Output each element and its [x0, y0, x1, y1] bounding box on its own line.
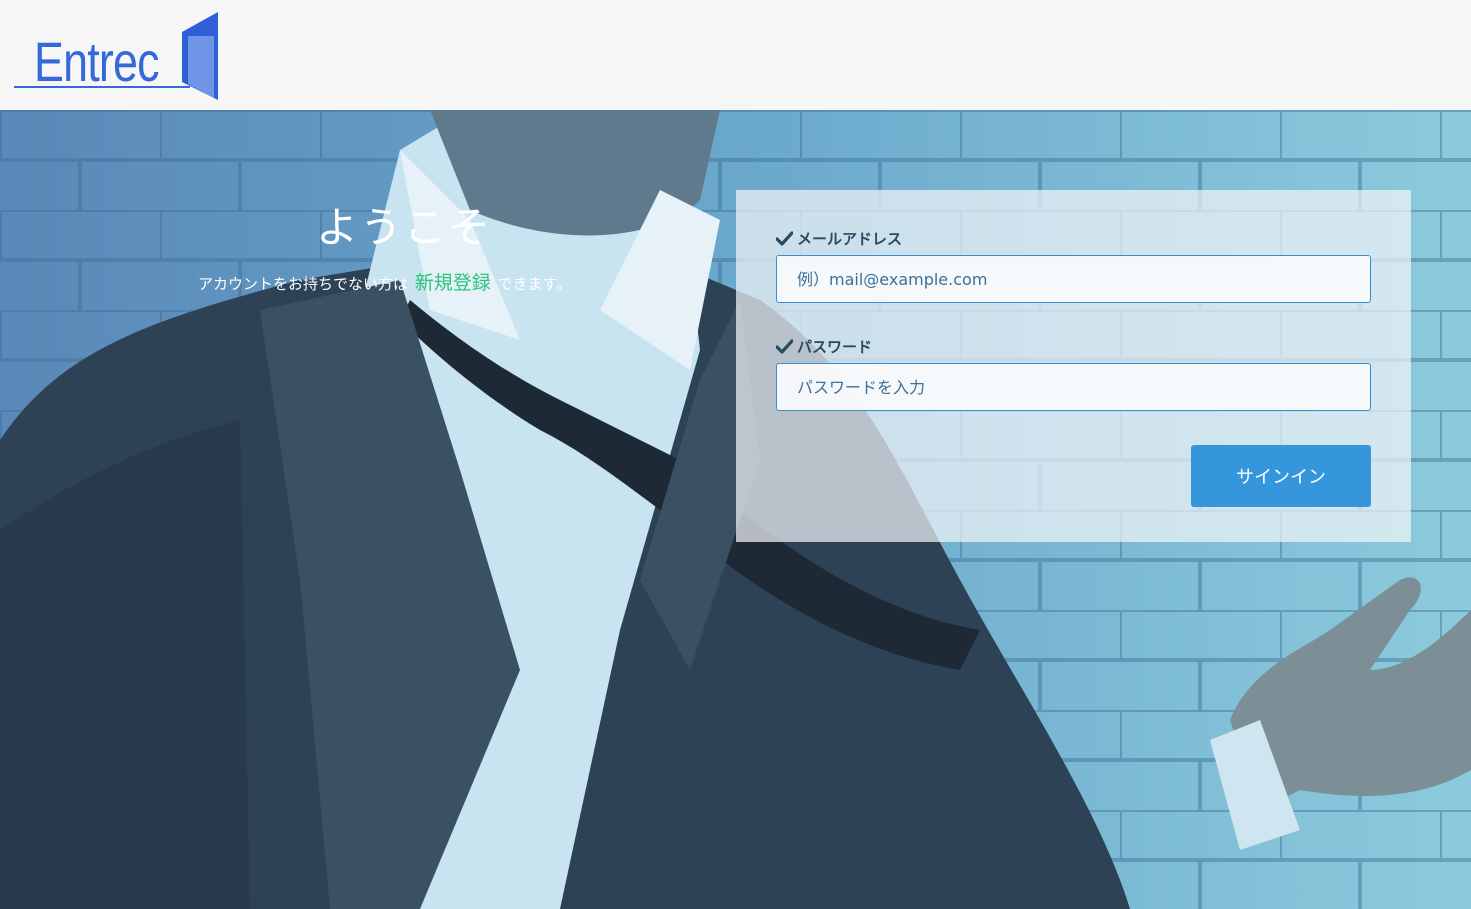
- welcome-title: ようこそ: [316, 203, 493, 252]
- login-form-panel: メールアドレス パスワード サインイン: [736, 190, 1411, 542]
- signin-button[interactable]: サインイン: [1191, 445, 1371, 507]
- check-icon: [776, 339, 793, 354]
- password-label: パスワード: [776, 336, 872, 357]
- email-input[interactable]: [776, 255, 1371, 303]
- hero-section: ようこそ アカウントをお持ちでない方は 新規登録 できます。 メールアドレス パ…: [0, 110, 1471, 909]
- check-icon: [776, 231, 793, 246]
- logo-underline: [14, 86, 190, 88]
- email-label-text: メールアドレス: [797, 230, 903, 248]
- logo-mark-icon: [182, 12, 218, 100]
- logo-text: Entrec: [34, 30, 159, 93]
- welcome-text-before: アカウントをお持ちでない方は: [198, 275, 409, 293]
- password-input[interactable]: [776, 363, 1371, 411]
- welcome-text-after: できます。: [497, 275, 572, 293]
- signup-link[interactable]: 新規登録: [415, 272, 491, 294]
- site-header: Entrec: [0, 0, 1471, 110]
- entrec-logo[interactable]: Entrec: [14, 12, 220, 102]
- password-label-text: パスワード: [797, 338, 873, 356]
- welcome-message: アカウントをお持ちでない方は 新規登録 できます。: [198, 268, 571, 295]
- email-label: メールアドレス: [776, 228, 902, 249]
